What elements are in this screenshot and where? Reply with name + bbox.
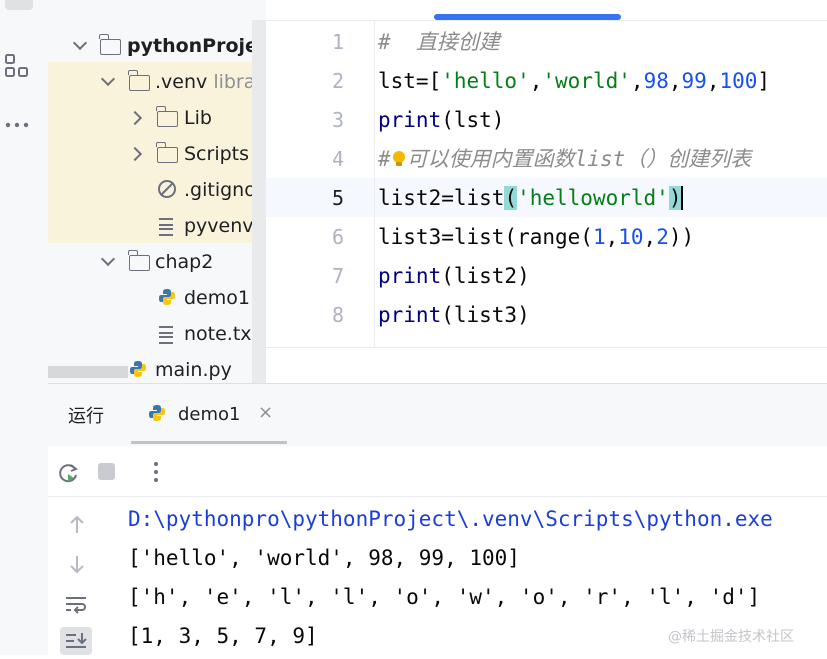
code-line-1[interactable]: # 直接创建 [378,23,500,62]
code-token: , [529,69,543,93]
code-line-6[interactable]: list3=list(range(1,10,2)) [378,218,694,257]
structure-icon[interactable] [5,54,29,80]
matched-bracket-close: ) [668,186,684,210]
code-line-7[interactable]: print(list2) [378,257,530,296]
arrow-down-icon[interactable] [68,554,86,574]
tree-item-label: .venv [155,71,208,93]
code-number: 1 [592,225,606,249]
editor-bottom-border [266,347,827,348]
line-number: 6 [331,225,344,249]
lightbulb-icon[interactable] [391,149,407,169]
code-token: (lst) [441,108,505,132]
close-tab-button[interactable]: × [258,402,273,423]
code-number: 100 [719,69,758,93]
folder-icon [156,142,178,163]
code-token: list2=list [378,186,505,210]
code-builtin: print [378,303,442,327]
tree-horizontal-scrollbar[interactable] [48,366,128,378]
code-line-2[interactable]: lst=['hello','world',98,99,100] [378,62,770,101]
console-output-line: [1, 3, 5, 7, 9] [128,624,318,648]
code-string: 'world' [542,69,631,93]
code-comment: # 直接创建 [378,30,500,54]
tree-item-chap2[interactable]: chap2 [155,244,213,280]
tree-item-note[interactable]: note.txt [184,316,259,352]
folder-icon [99,34,121,55]
text-file-icon [159,326,173,344]
line-number: 2 [331,69,344,93]
project-tree: pythonProject .venv library root Lib Scr… [48,0,266,383]
matched-bracket-open: ( [504,186,518,210]
scroll-to-end-icon [66,633,87,648]
run-tab-demo1[interactable]: demo1 [178,404,241,425]
tree-vertical-scrollbar[interactable] [252,20,266,383]
rerun-icon[interactable] [57,461,81,485]
code-number: 98 [643,69,669,93]
code-number: 10 [618,225,644,249]
tree-item-scripts[interactable]: Scripts [184,136,249,172]
code-token: list3=list(range( [378,225,593,249]
run-tab-indicator [131,441,287,444]
code-builtin: print [378,108,442,132]
line-number: 3 [331,108,344,132]
console-output-line: ['hello', 'world', 98, 99, 100] [128,546,520,570]
code-line-3[interactable]: print(lst) [378,101,504,140]
line-number: 4 [331,147,344,171]
more-tools-icon[interactable] [4,118,32,132]
scroll-to-end-button[interactable] [60,627,92,655]
text-file-icon [159,218,173,236]
chevron-down-icon[interactable] [100,251,116,267]
code-line-8[interactable]: print(list3) [378,296,530,335]
code-number: 99 [681,69,707,93]
code-token: , [605,225,619,249]
run-toolbar [48,446,827,497]
code-token: ] [757,69,771,93]
code-comment: 可以使用内置函数list（）创建列表 [406,147,752,171]
gitignore-icon [158,180,176,198]
code-string: 'helloworld' [517,186,669,210]
tree-item-pythonproject[interactable]: pythonProject [127,28,266,64]
tree-item-main[interactable]: main.py [155,352,232,383]
console-output-line: ['h', 'e', 'l', 'l', 'o', 'w', 'o', 'r',… [128,585,761,609]
code-line-4[interactable]: # 可以使用内置函数list（）创建列表 [378,140,751,179]
code-token: )) [668,225,695,249]
code-line-5[interactable]: list2=list('helloworld') [378,179,684,218]
gutter-divider [374,21,375,347]
code-token: , [643,225,657,249]
tree-item-venv[interactable]: .venv library root [155,64,266,100]
code-string: 'hello' [441,69,530,93]
soft-wrap-icon[interactable] [64,594,90,614]
tree-item-lib[interactable]: Lib [184,100,212,136]
line-number: 7 [331,264,344,288]
code-builtin: print [378,264,442,288]
code-token: lst=[ [378,69,442,93]
console-command-line: D:\pythonpro\pythonProject\.venv\Scripts… [128,507,773,531]
python-file-icon [159,289,175,305]
stop-icon[interactable] [98,463,115,480]
python-file-icon [130,361,146,377]
code-comment-hash: # [378,147,391,171]
line-number: 8 [331,303,344,327]
python-file-icon [149,405,165,421]
code-number: 2 [656,225,669,249]
folder-icon [128,70,150,91]
code-token: , [668,69,682,93]
line-number-current: 5 [331,186,344,210]
tab-bar-divider [266,20,827,21]
code-token: , [630,69,644,93]
code-token: , [706,69,720,93]
more-icon[interactable] [153,460,159,484]
tool-window-strip [0,0,49,655]
code-token: (list3) [441,303,530,327]
code-token: (list2) [441,264,530,288]
project-tool-button[interactable] [5,0,33,10]
watermark: @稀土掘金技术社区 [668,629,794,645]
folder-icon [128,250,150,271]
chevron-down-icon[interactable] [72,35,88,51]
arrow-up-icon[interactable] [68,515,86,535]
run-panel-title: 运行 [68,406,104,427]
line-number: 1 [331,30,344,54]
folder-icon [156,106,178,127]
